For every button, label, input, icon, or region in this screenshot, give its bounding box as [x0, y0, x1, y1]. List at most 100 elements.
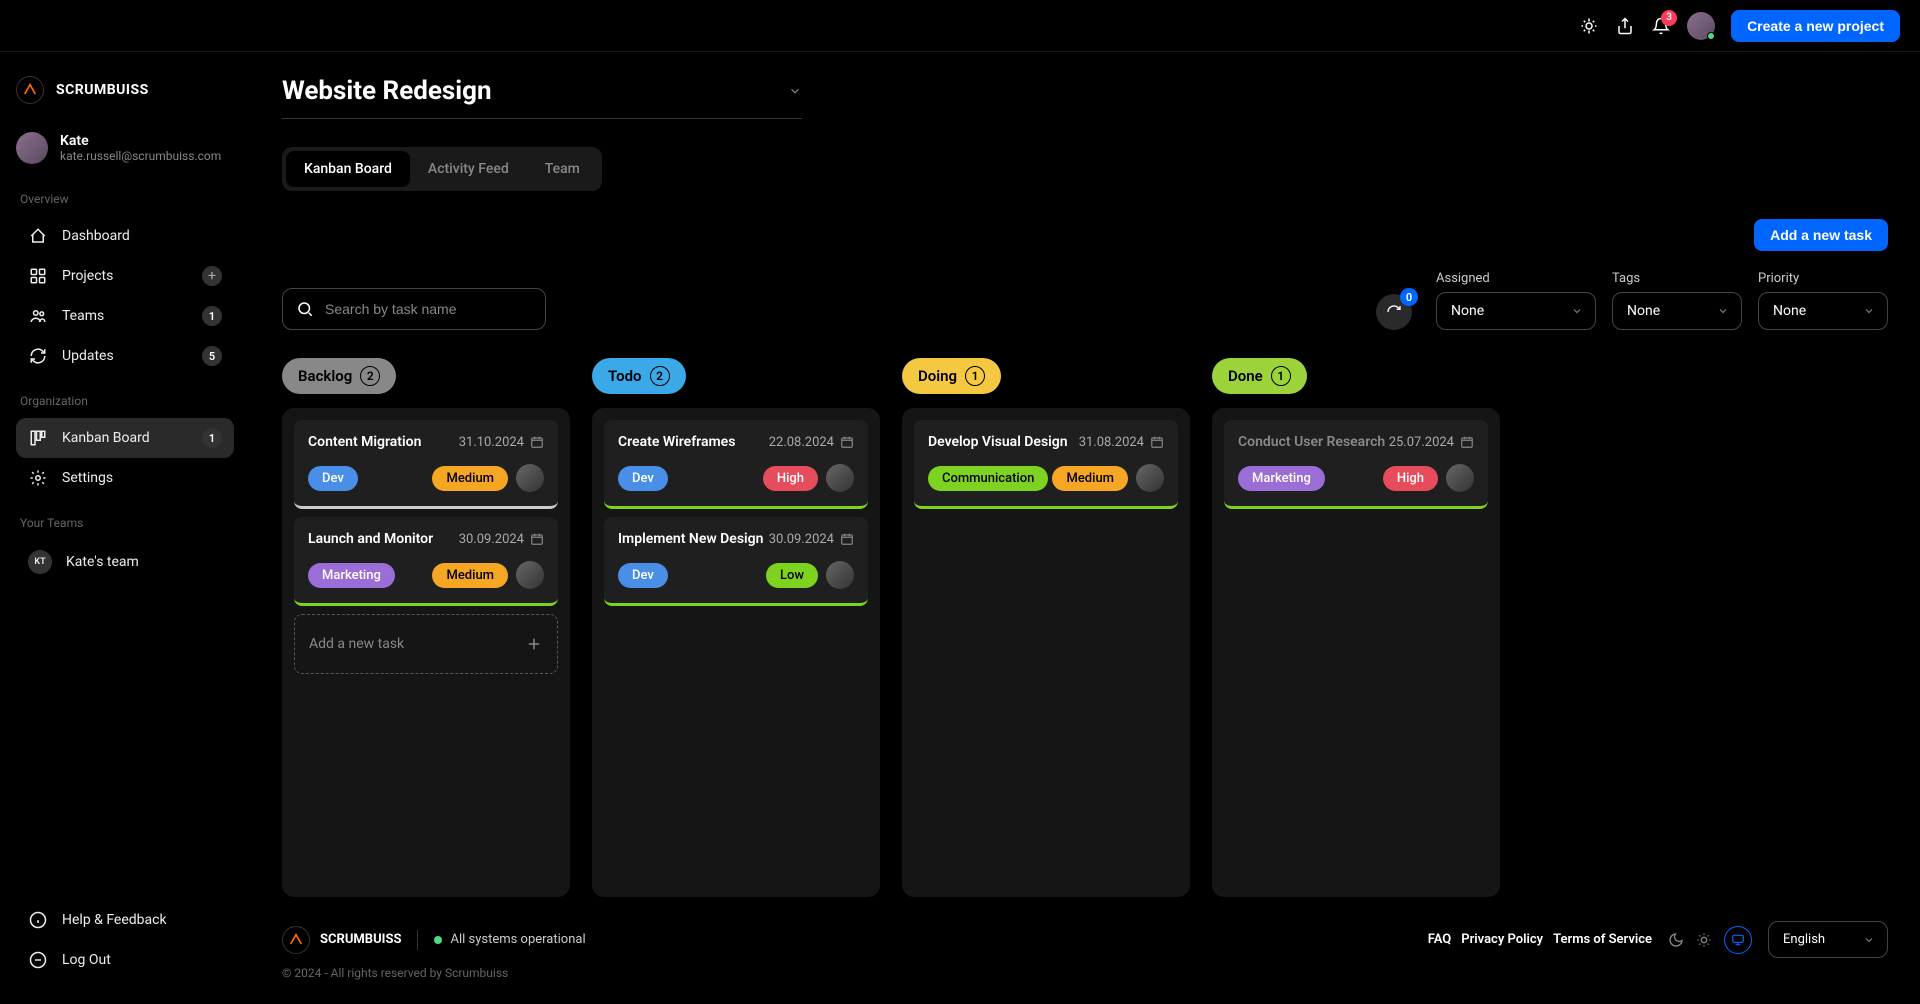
logout-icon	[28, 950, 48, 970]
assignee-avatar	[1136, 464, 1164, 492]
info-icon	[28, 910, 48, 930]
users-icon	[28, 306, 48, 326]
notification-badge: 3	[1661, 10, 1677, 26]
nav-settings[interactable]: Settings	[16, 458, 234, 498]
task-card[interactable]: Content Migration 31.10.2024 Dev Medium	[294, 420, 558, 509]
plus-icon	[525, 635, 543, 653]
create-project-button[interactable]: Create a new project	[1731, 10, 1900, 42]
nav-logout[interactable]: Log Out	[16, 940, 234, 980]
bug-icon[interactable]	[1579, 16, 1599, 36]
refresh-count-badge: 0	[1400, 288, 1418, 306]
task-card[interactable]: Launch and Monitor 30.09.2024 Marketing …	[294, 517, 558, 606]
task-card[interactable]: Implement New Design 30.09.2024 Dev Low	[604, 517, 868, 606]
filter-priority-select[interactable]: None	[1758, 292, 1888, 330]
search-input[interactable]	[282, 288, 546, 330]
team-avatar: KT	[28, 550, 52, 574]
brand[interactable]: SCRUMBUISS	[16, 76, 234, 104]
nav-team-kate[interactable]: KT Kate's team	[16, 540, 234, 584]
footer-brand[interactable]: SCRUMBUISS	[282, 926, 401, 954]
chevron-down-icon	[1863, 934, 1875, 946]
column-doing-header[interactable]: Doing 1	[902, 358, 1001, 394]
nav-teams[interactable]: Teams 1	[16, 296, 234, 336]
assignee-avatar	[516, 464, 544, 492]
tab-activity[interactable]: Activity Feed	[410, 151, 527, 187]
tab-kanban[interactable]: Kanban Board	[286, 151, 410, 187]
updates-count-badge: 5	[202, 346, 222, 366]
sun-icon[interactable]	[1696, 932, 1712, 948]
chevron-down-icon	[1863, 305, 1875, 317]
column-todo-header[interactable]: Todo 2	[592, 358, 686, 394]
refresh-button[interactable]: 0	[1376, 294, 1412, 330]
calendar-icon	[840, 532, 854, 546]
assignee-avatar	[516, 561, 544, 589]
chevron-down-icon	[1571, 305, 1583, 317]
kanban-count-badge: 1	[202, 428, 222, 448]
sidebar-user[interactable]: Kate kate.russell@scrumbuiss.com	[16, 132, 234, 164]
nav-updates[interactable]: Updates 5	[16, 336, 234, 376]
calendar-icon	[530, 532, 544, 546]
nav-projects[interactable]: Projects +	[16, 256, 234, 296]
user-avatar[interactable]	[1687, 12, 1715, 40]
monitor-icon[interactable]	[1724, 926, 1752, 954]
section-organization: Organization	[16, 394, 234, 408]
search-icon	[296, 300, 314, 318]
language-select[interactable]: English	[1768, 921, 1888, 958]
tab-team[interactable]: Team	[527, 151, 598, 187]
status-dot-icon	[434, 936, 442, 944]
project-selector[interactable]: Website Redesign	[282, 76, 802, 119]
add-task-button[interactable]: Add a new task	[1754, 219, 1888, 251]
footer-tos[interactable]: Terms of Service	[1553, 932, 1652, 947]
section-overview: Overview	[16, 192, 234, 206]
column-done-header[interactable]: Done 1	[1212, 358, 1307, 394]
column-doing: Doing 1 Develop Visual Design 31.08.2024…	[902, 358, 1190, 897]
status-dot	[1707, 32, 1715, 40]
filter-assigned-select[interactable]: None	[1436, 292, 1596, 330]
footer: SCRUMBUISS All systems operational FAQ P…	[282, 897, 1888, 958]
copyright: © 2024 - All rights reserved by Scrumbui…	[282, 966, 1888, 980]
bell-icon[interactable]: 3	[1651, 16, 1671, 36]
assignee-avatar	[826, 464, 854, 492]
filter-tags-select[interactable]: None	[1612, 292, 1742, 330]
section-your-teams: Your Teams	[16, 516, 234, 530]
task-card[interactable]: Develop Visual Design 31.08.2024 Communi…	[914, 420, 1178, 509]
nav-kanban[interactable]: Kanban Board 1	[16, 418, 234, 458]
footer-faq[interactable]: FAQ	[1428, 932, 1452, 947]
moon-icon[interactable]	[1668, 932, 1684, 948]
nav-dashboard[interactable]: Dashboard	[16, 216, 234, 256]
teams-count-badge: 1	[202, 306, 222, 326]
sidebar: SCRUMBUISS Kate kate.russell@scrumbuiss.…	[0, 52, 250, 1004]
brand-logo-icon	[16, 76, 44, 104]
assignee-avatar	[1446, 464, 1474, 492]
refresh-icon	[28, 346, 48, 366]
gear-icon	[28, 468, 48, 488]
grid-icon	[28, 266, 48, 286]
home-icon	[28, 226, 48, 246]
filter-tags-label: Tags	[1612, 271, 1742, 286]
filter-priority-label: Priority	[1758, 271, 1888, 286]
calendar-icon	[530, 435, 544, 449]
filter-assigned-label: Assigned	[1436, 271, 1596, 286]
nav-help[interactable]: Help & Feedback	[16, 900, 234, 940]
chevron-down-icon	[1717, 305, 1729, 317]
chevron-down-icon	[788, 84, 802, 98]
footer-privacy[interactable]: Privacy Policy	[1461, 932, 1543, 947]
system-status: All systems operational	[434, 932, 585, 947]
top-header: 3 Create a new project	[0, 0, 1920, 52]
column-done: Done 1 Conduct User Research 25.07.2024 …	[1212, 358, 1500, 897]
task-card[interactable]: Create Wireframes 22.08.2024 Dev High	[604, 420, 868, 509]
share-icon[interactable]	[1615, 16, 1635, 36]
kanban-icon	[28, 428, 48, 448]
divider	[417, 930, 418, 950]
add-project-icon[interactable]: +	[202, 266, 222, 286]
main-content: Website Redesign Kanban Board Activity F…	[250, 52, 1920, 1004]
page-title: Website Redesign	[282, 76, 492, 106]
kanban-board: Backlog 2 Content Migration 31.10.2024 D…	[282, 358, 1888, 897]
assignee-avatar	[826, 561, 854, 589]
add-task-inline[interactable]: Add a new task	[294, 614, 558, 674]
calendar-icon	[840, 435, 854, 449]
column-backlog-header[interactable]: Backlog 2	[282, 358, 396, 394]
sidebar-user-avatar	[16, 132, 48, 164]
calendar-icon	[1150, 435, 1164, 449]
task-card[interactable]: Conduct User Research 25.07.2024 Marketi…	[1224, 420, 1488, 509]
sidebar-user-name: Kate	[60, 133, 221, 149]
